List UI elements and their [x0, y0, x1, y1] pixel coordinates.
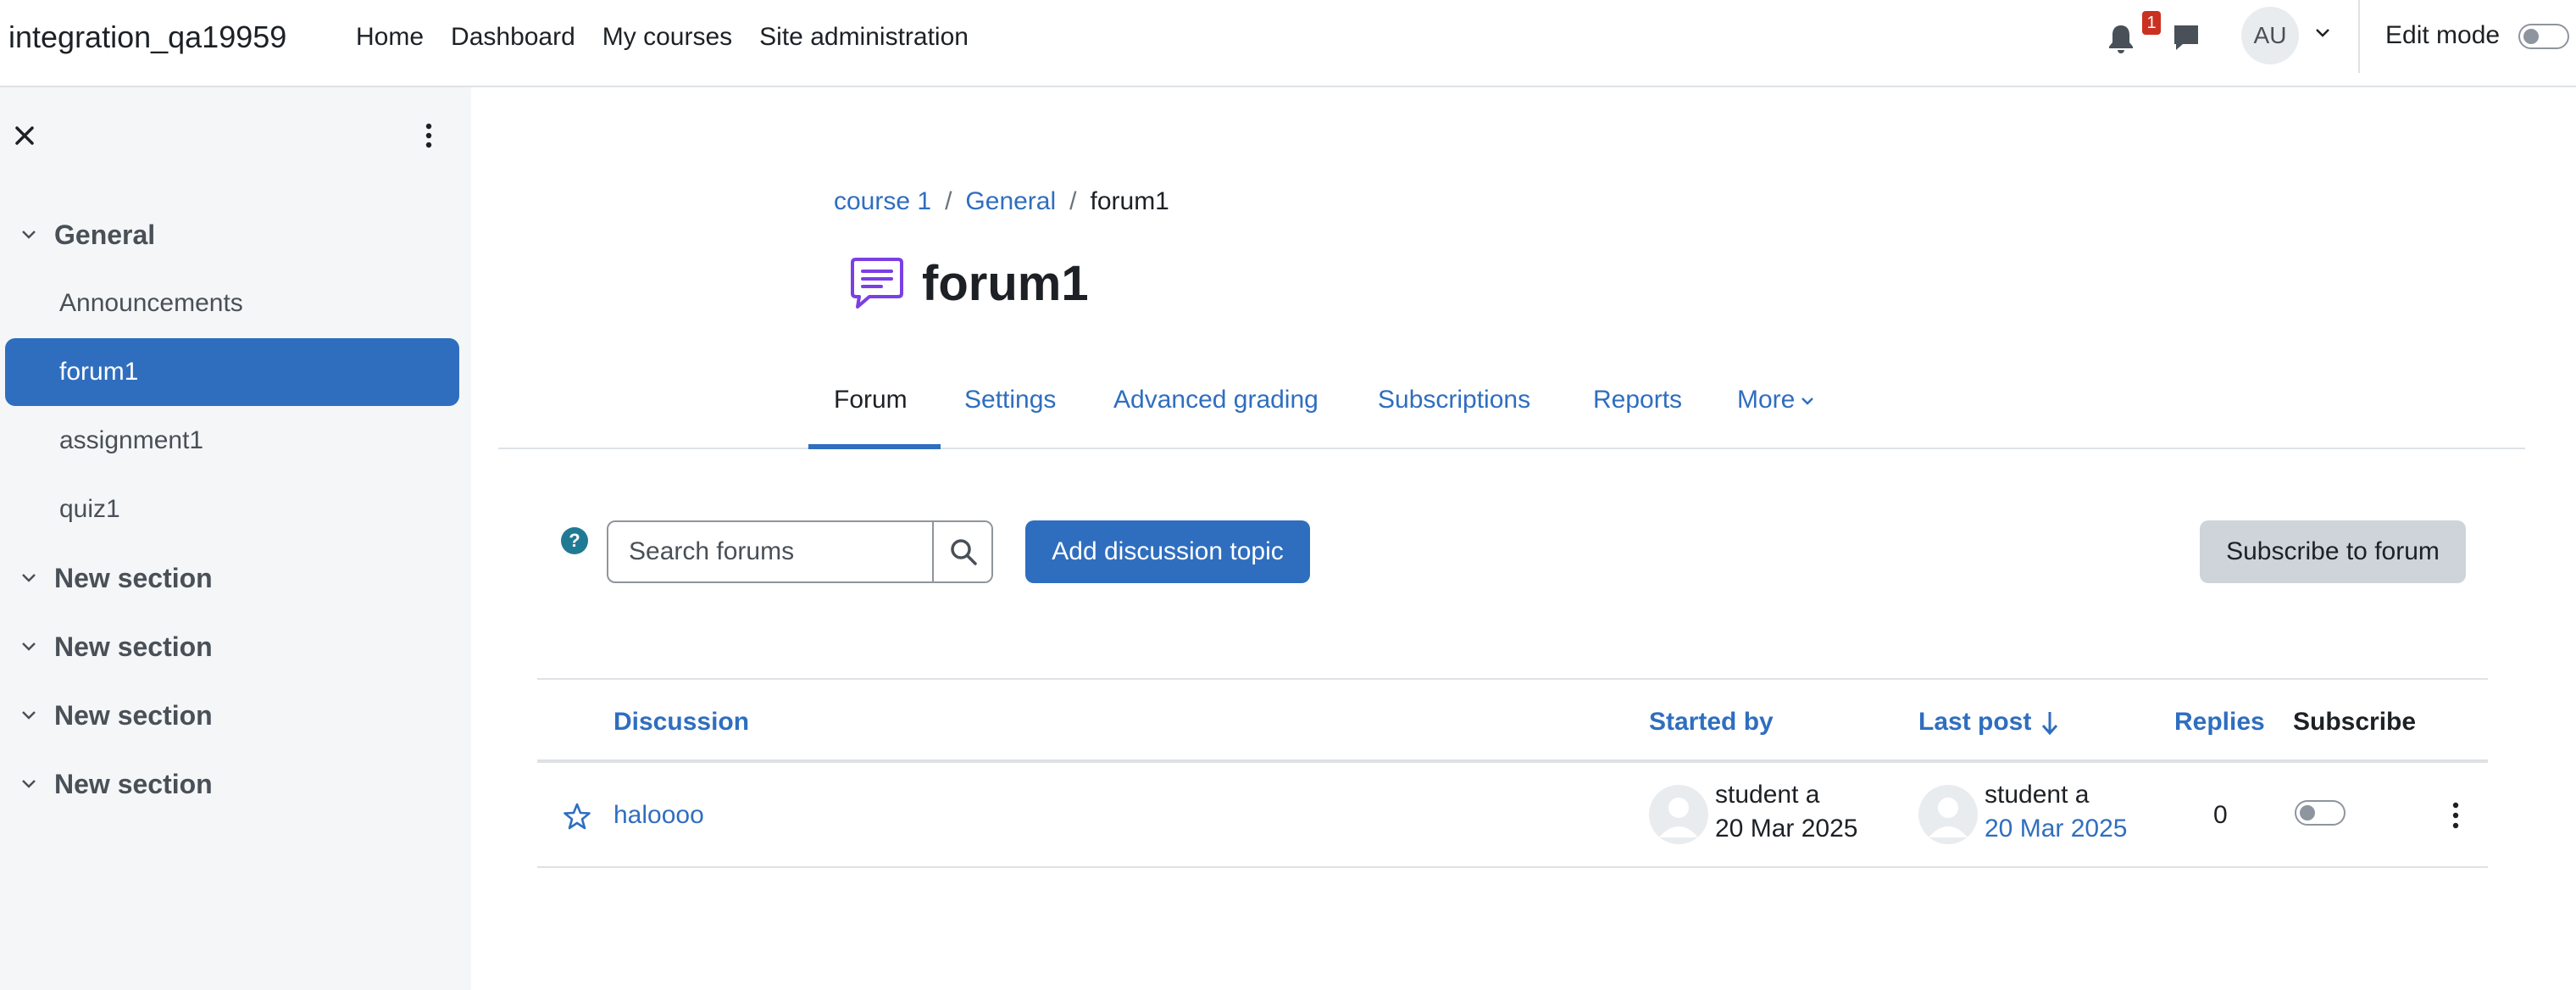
nav-my-courses[interactable]: My courses [602, 19, 732, 56]
course-index-section[interactable]: General [0, 201, 471, 269]
subscribe-to-forum-button[interactable]: Subscribe to forum [2200, 520, 2466, 583]
user-avatar[interactable]: AU [2241, 7, 2299, 64]
header-discussion[interactable]: Discussion [613, 705, 749, 739]
chevron-down-icon [1802, 398, 1814, 405]
secondary-navigation-tabs: Forum Settings Advanced grading Subscrip… [498, 364, 2525, 449]
tab-settings[interactable]: Settings [964, 381, 1056, 419]
item-label[interactable]: quiz1 [59, 491, 120, 528]
section-label[interactable]: New section [54, 697, 213, 734]
replies-count[interactable]: 0 [2213, 798, 2228, 832]
avatar[interactable] [1649, 785, 1708, 844]
discussion-link[interactable]: haloooo [613, 798, 704, 832]
header-last-post[interactable]: Last post [1918, 705, 2060, 739]
site-name[interactable]: integration_qa19959 [8, 19, 286, 56]
course-index-item[interactable]: Announcements [0, 270, 471, 337]
search-button[interactable] [932, 522, 991, 581]
header-replies[interactable]: Replies [2174, 705, 2265, 739]
course-index-item[interactable]: quiz1 [0, 476, 471, 543]
tab-more-label: More [1737, 386, 1796, 414]
header-subscribe: Subscribe [2293, 708, 2417, 736]
breadcrumb: course 1 / General / forum1 [834, 183, 1169, 220]
help-icon[interactable]: ? [561, 527, 588, 554]
breadcrumb-separator: / [1069, 187, 1077, 215]
tab-advanced-grading[interactable]: Advanced grading [1113, 381, 1319, 419]
started-date: 20 Mar 2025 [1715, 815, 1858, 843]
course-index-item-active[interactable]: forum1 [5, 338, 459, 406]
add-discussion-topic-button[interactable]: Add discussion topic [1025, 520, 1310, 583]
breadcrumb-current: forum1 [1090, 187, 1169, 215]
search-input[interactable] [608, 522, 932, 581]
tab-subscriptions[interactable]: Subscriptions [1378, 381, 1530, 419]
breadcrumb-course[interactable]: course 1 [834, 183, 931, 220]
started-by-name: student a [1715, 781, 1820, 809]
edit-mode-label: Edit mode [2385, 21, 2501, 49]
user-avatar-icon [1659, 798, 1698, 837]
page-title: forum1 [922, 256, 1089, 311]
nav-dashboard[interactable]: Dashboard [451, 19, 575, 56]
last-post-date-link[interactable]: 20 Mar 2025 [1985, 812, 2127, 846]
course-index-section[interactable]: New section [0, 544, 471, 612]
course-index-section[interactable]: New section [0, 681, 471, 749]
section-label[interactable]: New section [54, 628, 213, 665]
breadcrumb-section[interactable]: General [965, 183, 1056, 220]
course-index-item[interactable]: assignment1 [0, 407, 471, 475]
forum-icon [851, 258, 903, 309]
kebab-menu-icon[interactable] [2447, 800, 2464, 831]
kebab-menu-icon[interactable] [419, 121, 439, 150]
chevron-down-icon[interactable] [19, 705, 39, 726]
discussion-list-table: Discussion Started by Last post Replies … [537, 678, 2488, 868]
subscribe-toggle[interactable] [2295, 800, 2346, 826]
section-label[interactable]: New section [54, 559, 213, 597]
active-tab-indicator [808, 444, 941, 449]
chevron-down-icon[interactable] [19, 774, 39, 794]
header-last-post-label: Last post [1918, 708, 2032, 736]
course-index-section[interactable]: New section [0, 750, 471, 818]
search-icon [951, 539, 977, 565]
search-forums-box [607, 520, 993, 583]
tab-more[interactable]: More [1737, 381, 1815, 419]
table-header: Discussion Started by Last post Replies … [537, 678, 2488, 763]
chevron-down-icon[interactable] [19, 225, 39, 245]
nav-home[interactable]: Home [356, 19, 424, 56]
close-icon[interactable] [12, 123, 37, 148]
tab-reports[interactable]: Reports [1593, 381, 1682, 419]
user-avatar-icon [1929, 798, 1968, 837]
last-post-author: student a [1985, 781, 2090, 809]
edit-mode-toggle[interactable] [2518, 24, 2569, 49]
notification-count-badge: 1 [2142, 11, 2161, 35]
section-label[interactable]: New section [54, 765, 213, 803]
course-index-drawer: General Announcements forum1 assignment1… [0, 87, 471, 990]
sort-descending-icon [2042, 712, 2058, 736]
primary-navigation: Home Dashboard My courses Site administr… [356, 19, 996, 56]
item-label[interactable]: forum1 [59, 353, 138, 391]
navbar-divider [2358, 0, 2360, 73]
star-icon[interactable] [563, 802, 591, 831]
avatar[interactable] [1918, 785, 1978, 844]
course-index-section[interactable]: New section [0, 613, 471, 681]
nav-site-administration[interactable]: Site administration [759, 19, 969, 56]
chevron-down-icon[interactable] [2313, 24, 2332, 42]
top-navbar: integration_qa19959 Home Dashboard My co… [0, 0, 2576, 87]
header-started-by[interactable]: Started by [1649, 705, 1774, 739]
tab-forum[interactable]: Forum [834, 381, 908, 419]
section-label[interactable]: General [54, 216, 155, 253]
notification-bell-icon[interactable] [2106, 22, 2136, 56]
breadcrumb-separator: / [945, 187, 952, 215]
chevron-down-icon[interactable] [19, 568, 39, 588]
table-row: haloooo student a 20 Mar 2025 student a … [537, 763, 2488, 868]
item-label[interactable]: Announcements [59, 285, 243, 322]
messages-icon[interactable] [2171, 20, 2201, 54]
chevron-down-icon[interactable] [19, 637, 39, 657]
item-label[interactable]: assignment1 [59, 422, 203, 459]
